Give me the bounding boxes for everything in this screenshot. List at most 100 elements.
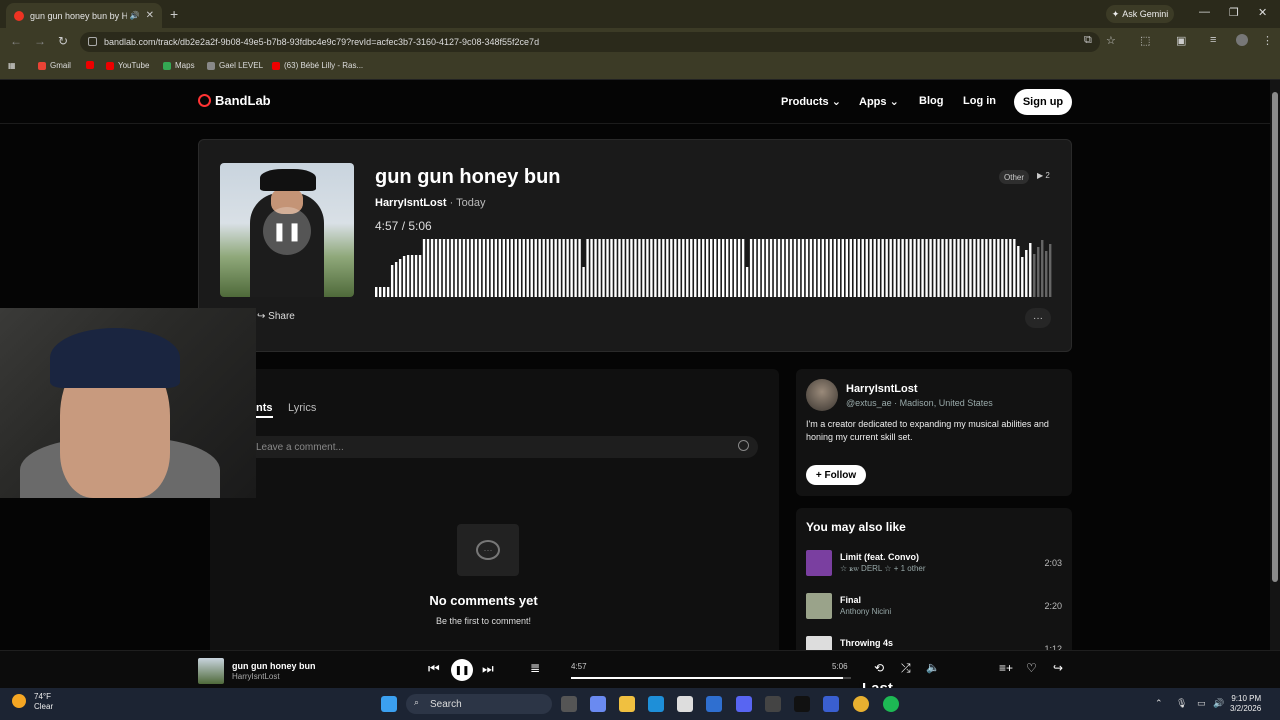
nav-login[interactable]: Log in [963,95,996,107]
follow-button[interactable]: + Follow [806,465,866,485]
next-button[interactable]: ⏭ [482,661,494,677]
page-scrollbar[interactable] [1270,80,1280,688]
suggested-track[interactable]: Final Anthony Nicini 2:20 [806,593,1062,621]
waveform-bar [554,239,557,297]
menu-dots-icon[interactable]: ⋮ [1262,34,1273,47]
waveform-bar [398,259,402,297]
player-pause-button[interactable]: ❚❚ [451,659,473,681]
creator-name[interactable]: HarryIsntLost [846,383,918,395]
bookmark-star-icon[interactable]: ☆ [1106,34,1116,47]
extensions-icon[interactable]: ⬚ [1140,34,1150,47]
waveform-bar [538,239,541,297]
minimize-button[interactable]: — [1199,6,1210,18]
ask-gemini-button[interactable]: ✦ Ask Gemini [1106,5,1174,23]
new-tab-button[interactable]: + [170,6,178,22]
player-title[interactable]: gun gun honey bun [232,661,315,671]
nav-apps[interactable]: Apps ⌄ [859,95,899,108]
player-progress-track[interactable] [571,677,851,679]
waveform-bar [566,239,569,297]
bandlab-favicon-icon [14,10,24,21]
weather-widget[interactable]: 74°F Clear [34,692,53,712]
share-icon[interactable]: ↪ [1053,661,1063,675]
apps-grid-icon[interactable]: ▦ [8,61,16,70]
network-icon[interactable]: ▭ [1197,698,1206,709]
task-view-icon[interactable] [561,696,577,712]
tab-close-icon[interactable]: ✕ [146,10,154,21]
bookmark-youtube[interactable]: YouTube [106,61,149,70]
install-app-icon[interactable]: ⧉ [1084,34,1092,47]
browser-tab[interactable]: gun gun honey bun by Harr 🔊 ✕ [6,3,162,28]
scrollbar-thumb[interactable] [1272,92,1278,582]
bookmark-bebe-lilly[interactable]: (63) Bébé Lilly - Ras... [272,61,363,70]
chrome-icon[interactable] [853,696,869,712]
emoji-icon[interactable] [738,440,749,451]
bookmark-gmail[interactable]: Gmail [38,61,71,70]
mic-icon[interactable]: 🎙 [1176,698,1187,709]
reload-button[interactable]: ↻ [58,34,68,48]
bandlab-logo[interactable]: BandLab [198,93,271,108]
app-icon[interactable] [823,696,839,712]
tab-comments[interactable]: nts [256,402,273,418]
waveform-bar [446,239,450,297]
site-info-icon[interactable] [88,37,97,46]
repeat-icon[interactable]: ⟲ [874,661,884,675]
suggested-track[interactable]: Limit (feat. Convo) ☆ ꭱꮃ DERL ☆ + 1 othe… [806,550,1062,578]
waveform-bar [909,239,912,297]
discord-icon[interactable] [736,696,752,712]
waveform-bar [706,239,709,297]
bookmark-gael[interactable]: Gael LEVEL [207,61,263,70]
clock-time: 9:10 PM [1231,694,1262,703]
player-artist[interactable]: HarryIsntLost [232,672,280,681]
add-to-playlist-icon[interactable]: ≡+ [999,661,1013,675]
more-options-button[interactable]: ··· [1025,308,1051,328]
spotify-icon[interactable] [883,696,899,712]
taskbar-clock[interactable]: 9:10 PM 3/2/2026 [1230,694,1261,714]
waveform-bar [1029,243,1032,297]
bookmark-label: (63) Bébé Lilly - Ras... [284,61,364,70]
queue-icon[interactable]: ≣ [530,661,540,675]
obs-icon[interactable] [765,696,781,712]
comment-input[interactable]: Leave a comment... [220,436,758,458]
creator-avatar[interactable] [806,379,838,411]
youtube-icon [86,61,94,69]
suggested-track-name: Throwing 4s [840,638,894,648]
media-controls-icon[interactable]: ≡ [1210,34,1216,46]
close-window-button[interactable]: ✕ [1258,6,1267,19]
tray-chevron-icon[interactable]: ⌃ [1155,698,1163,709]
waveform-bar [825,239,829,297]
share-button[interactable]: ↪ Share [257,311,295,322]
mail-icon[interactable] [706,696,722,712]
maximize-button[interactable]: ❐ [1229,6,1239,19]
address-bar[interactable]: bandlab.com/track/db2e2a2f-9b08-49e5-b7b… [80,32,1100,52]
windows-start-icon[interactable] [381,696,397,712]
file-explorer-icon[interactable] [619,696,635,712]
sidepanel-icon[interactable]: ▣ [1176,34,1186,47]
player-cover[interactable] [198,658,224,684]
volume-icon[interactable]: 🔈 [926,661,940,674]
bookmark-youtube-icon-only[interactable] [86,61,94,69]
nav-products[interactable]: Products ⌄ [781,95,841,108]
waveform-bar [482,239,486,297]
waveform[interactable] [375,235,1053,297]
edge-icon[interactable] [648,696,664,712]
profile-avatar[interactable] [1236,34,1248,46]
tab-lyrics[interactable]: Lyrics [288,402,316,414]
shuffle-icon[interactable]: ⤮ [901,661,911,676]
forward-button[interactable]: → [34,34,46,48]
cover-pause-button[interactable]: ❚❚ [263,207,311,255]
genre-tag[interactable]: Other [999,170,1030,184]
store-icon[interactable] [677,696,693,712]
track-card: ❚❚ gun gun honey bun HarryIsntLost · Tod… [198,139,1072,352]
signup-button[interactable]: Sign up [1014,89,1072,115]
copilot-icon[interactable] [590,696,606,712]
track-artist-link[interactable]: HarryIsntLost [375,197,447,209]
volume-tray-icon[interactable]: 🔊 [1213,698,1224,709]
waveform-bar [650,239,653,297]
previous-button[interactable]: ⏮ [428,661,440,677]
tiktok-icon[interactable] [794,696,810,712]
nav-blog[interactable]: Blog [919,95,943,107]
like-heart-icon[interactable]: ♡ [1026,661,1037,675]
back-button[interactable]: ← [10,34,22,48]
bookmark-maps[interactable]: Maps [163,61,195,70]
taskbar-search[interactable]: Search [406,694,552,714]
